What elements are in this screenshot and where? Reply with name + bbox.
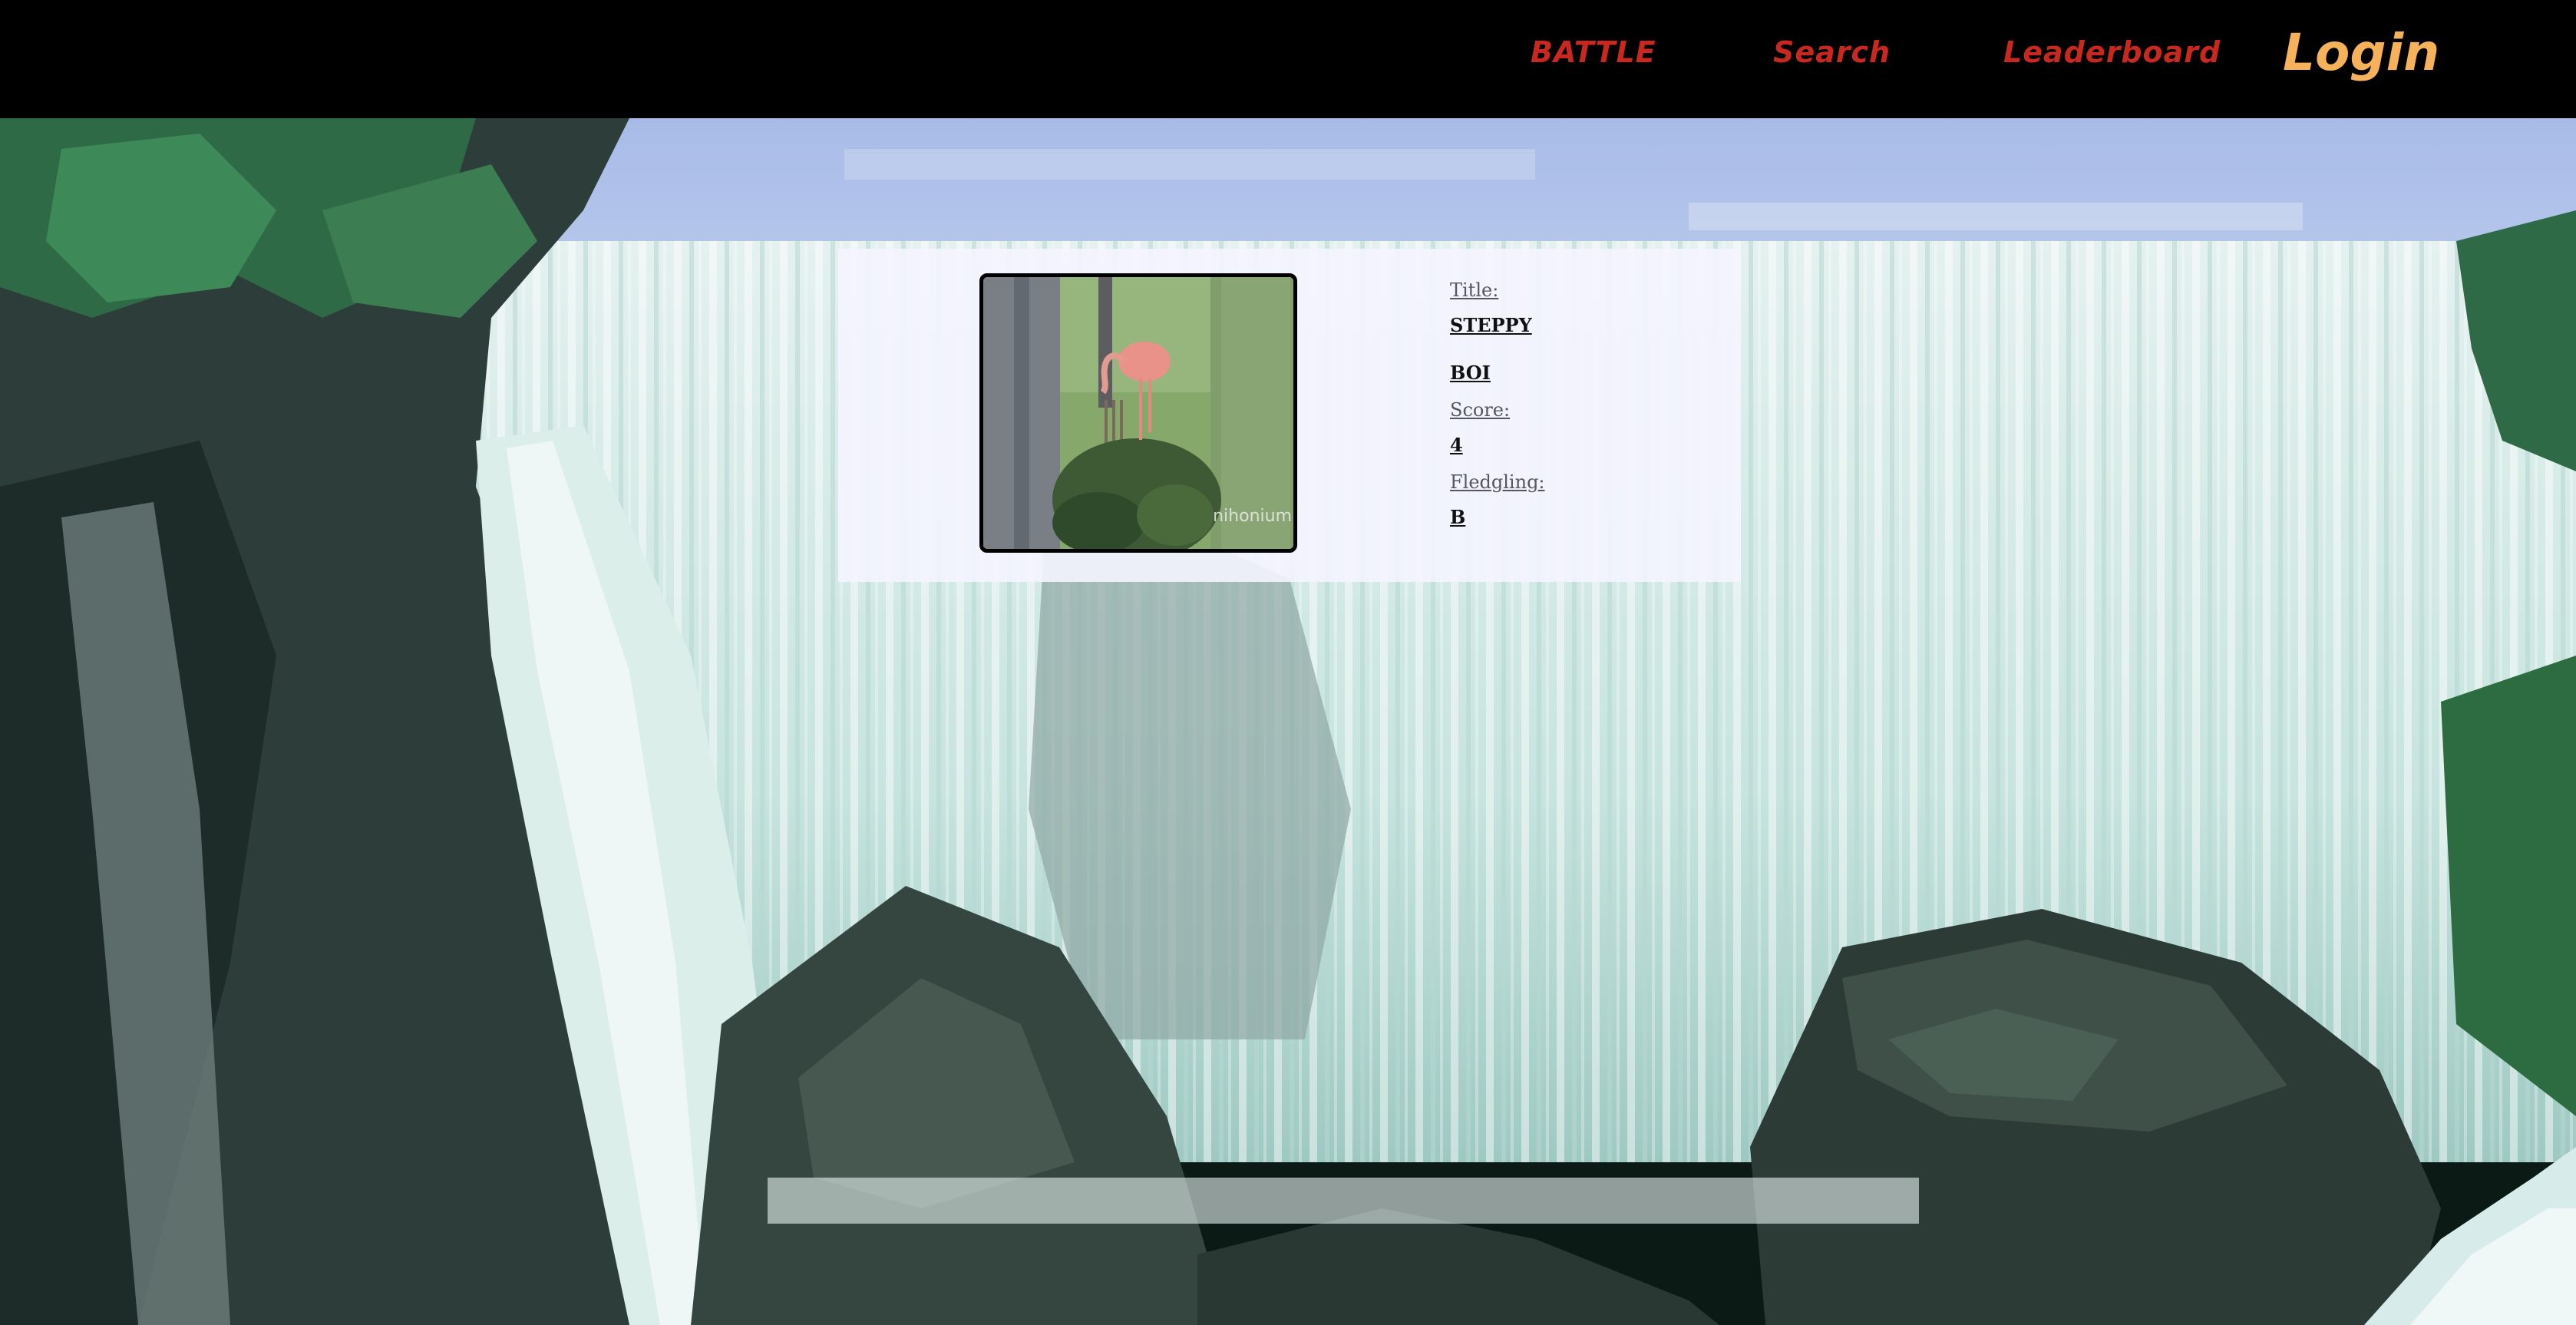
- flamingo-thumbnail[interactable]: nihonium: [979, 273, 1297, 553]
- image-watermark: nihonium: [1213, 507, 1292, 526]
- top-navbar: BATTLE Search Leaderboard Login: [0, 0, 2576, 118]
- title-label: Title:: [1450, 279, 1499, 301]
- fledgling-label: Fledgling:: [1450, 471, 1545, 493]
- fledgling-value: B: [1450, 506, 1466, 528]
- result-card: nihonium Title: STEPPY BOI Score: 4 Fled…: [838, 249, 1741, 582]
- score-label: Score:: [1450, 399, 1511, 421]
- nav-login-link[interactable]: Login: [2283, 23, 2439, 82]
- nav-leaderboard-link[interactable]: Leaderboard: [2003, 35, 2221, 69]
- title-value-line2: BOI: [1450, 362, 1491, 384]
- nav-battle-link[interactable]: BATTLE: [1531, 35, 1656, 69]
- title-value-line1: STEPPY: [1450, 314, 1532, 336]
- score-value: 4: [1450, 434, 1463, 456]
- nav-search-link[interactable]: Search: [1773, 35, 1891, 69]
